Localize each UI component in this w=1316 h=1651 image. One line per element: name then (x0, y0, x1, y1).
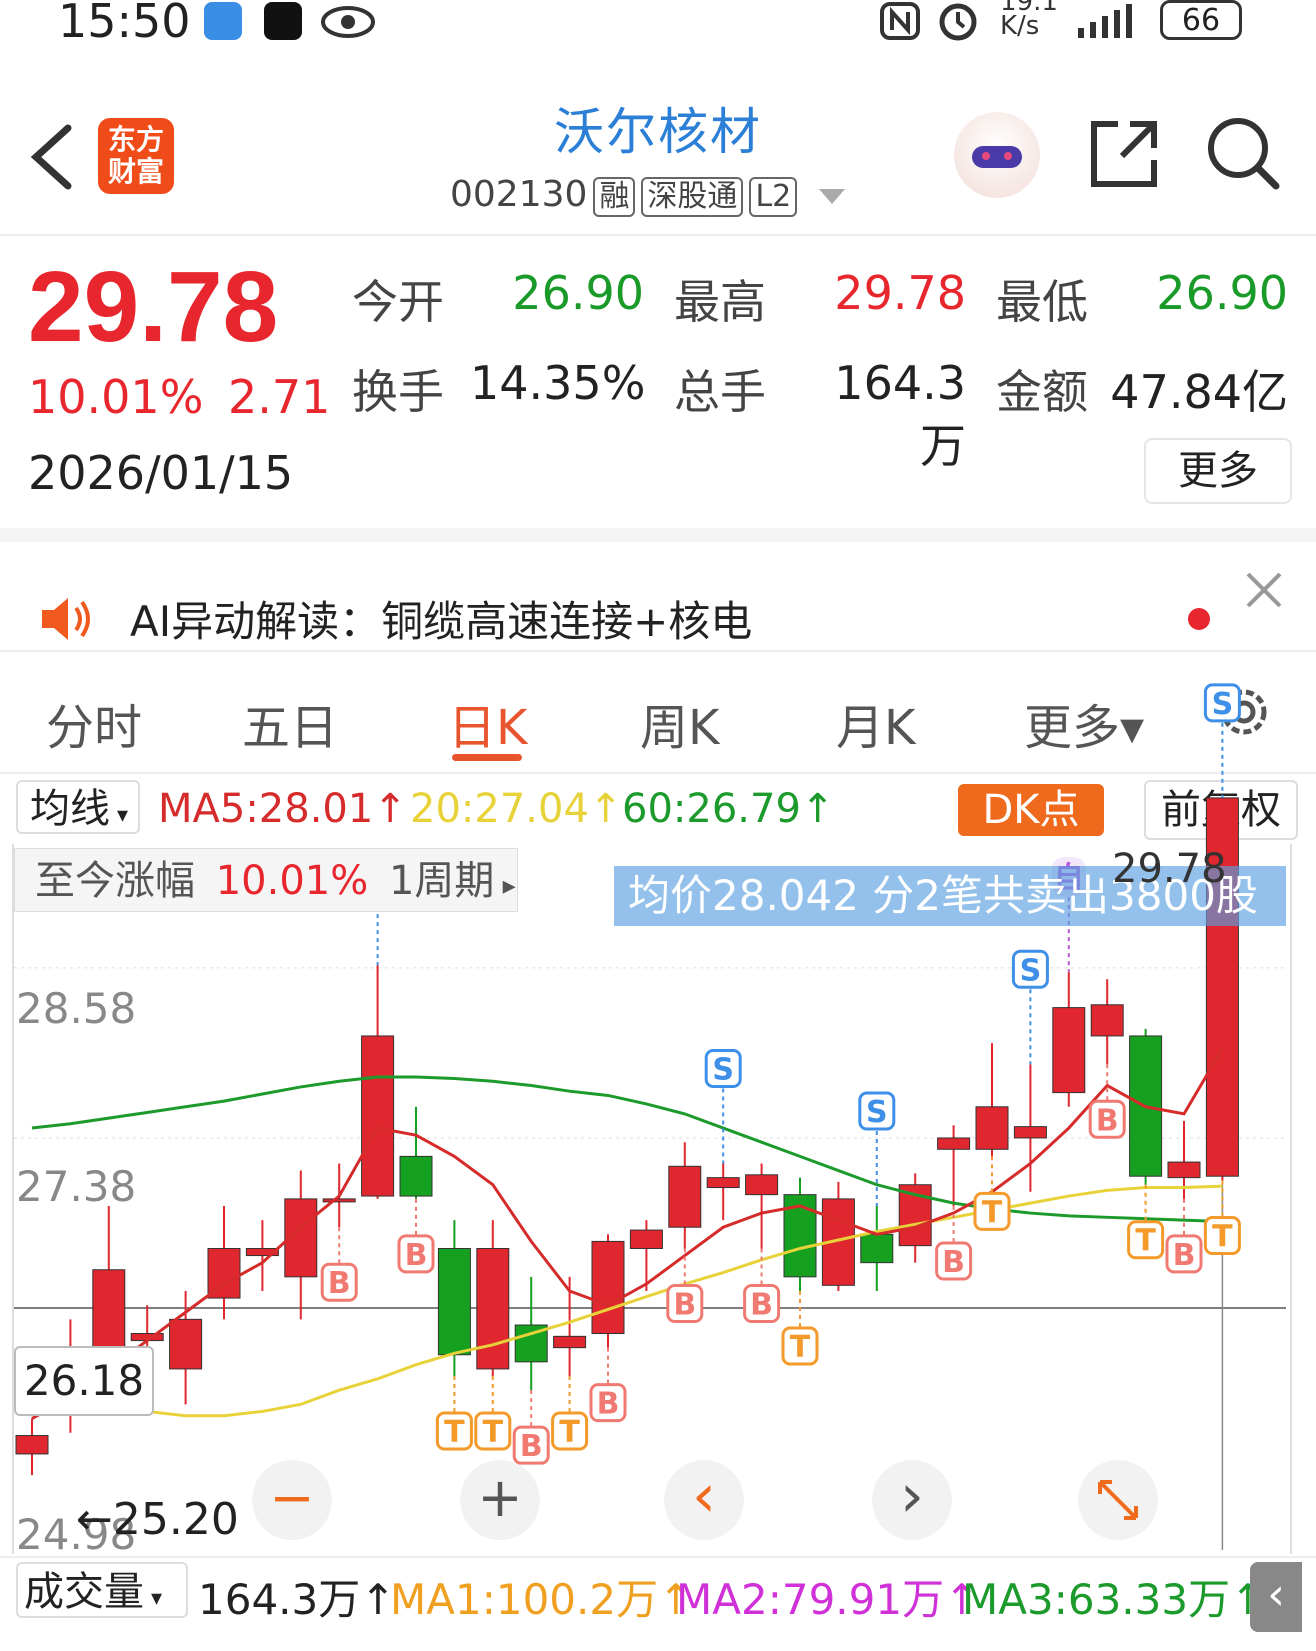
candle-body (629, 1229, 663, 1249)
trade-marker-T: T (1212, 1219, 1233, 1254)
candle-body (361, 1035, 395, 1197)
fullscreen-expand-icon[interactable] (1078, 1460, 1158, 1540)
trade-marker-S: S (1020, 953, 1042, 988)
trade-marker-B: B (750, 1287, 773, 1322)
trade-marker-S: S (866, 1095, 888, 1130)
trade-marker-T: T (790, 1330, 811, 1365)
trade-marker-B: B (1096, 1103, 1119, 1138)
candle-body (1013, 1126, 1047, 1139)
scroll-left-button[interactable]: ‹ (664, 1460, 744, 1540)
trade-marker-T: T (559, 1415, 580, 1450)
candle-body (860, 1233, 894, 1264)
trade-marker-B: B (405, 1238, 428, 1273)
trade-marker-B: B (1173, 1238, 1196, 1273)
zoom-out-button[interactable]: − (252, 1460, 332, 1540)
y-tick-mid: 27.38 (16, 1162, 137, 1211)
crosshair-price: 26.18 (14, 1346, 154, 1416)
trade-marker-S: S (712, 1052, 734, 1087)
candle-body (1090, 1004, 1124, 1037)
candle-body (399, 1155, 433, 1197)
candle-body (1052, 1007, 1086, 1094)
candle-body (476, 1247, 510, 1370)
trade-marker-B: B (597, 1387, 620, 1422)
low-price-marker: ←25.20 (76, 1494, 239, 1545)
candle-body (1167, 1161, 1201, 1179)
volume-selector[interactable]: 成交量 ▾ (16, 1562, 188, 1618)
trade-marker-B: B (328, 1266, 351, 1301)
trade-marker-T: T (483, 1415, 504, 1450)
candle-body (745, 1174, 779, 1196)
volume-ma1: MA1:100.2万↑ (390, 1575, 694, 1624)
trade-marker-S: S (1212, 687, 1234, 722)
candle-body (15, 1435, 49, 1455)
candle-body (437, 1247, 471, 1356)
trade-marker-T: T (444, 1415, 465, 1450)
volume-ma3: MA3:63.33万↑ (962, 1575, 1266, 1624)
candle-body (668, 1165, 702, 1228)
trade-marker-B: B (942, 1245, 965, 1280)
trade-marker-B: B (520, 1429, 543, 1464)
candle-body (322, 1198, 356, 1203)
candle-body (937, 1137, 971, 1150)
y-tick-high: 28.58 (16, 984, 137, 1033)
scroll-right-button[interactable]: › (872, 1460, 952, 1540)
since-gain-box[interactable]: 至今涨幅 10.01% 1周期 ▸ (14, 848, 518, 912)
high-price-marker: 29.78 (1112, 846, 1227, 892)
trade-marker-T: T (1135, 1224, 1156, 1259)
volume-ma2: MA2:79.91万↑ (676, 1575, 980, 1624)
candle-body (553, 1335, 587, 1349)
kline-chart[interactable]: SBBTTBTBBSBTSBTS自BTBTS (0, 0, 1316, 1651)
trade-marker-B: B (673, 1287, 696, 1322)
volume-divider (0, 1556, 1316, 1558)
candle-body (169, 1318, 203, 1370)
side-panel-toggle[interactable]: ‹ (1250, 1562, 1302, 1632)
candle-body (591, 1240, 625, 1335)
volume-current: 164.3万↑ (198, 1575, 396, 1624)
candle-body (706, 1177, 740, 1189)
ma20-line (31, 1184, 1223, 1418)
zoom-in-button[interactable]: + (460, 1460, 540, 1540)
trade-marker-T: T (982, 1195, 1003, 1230)
candle-body (975, 1106, 1009, 1150)
